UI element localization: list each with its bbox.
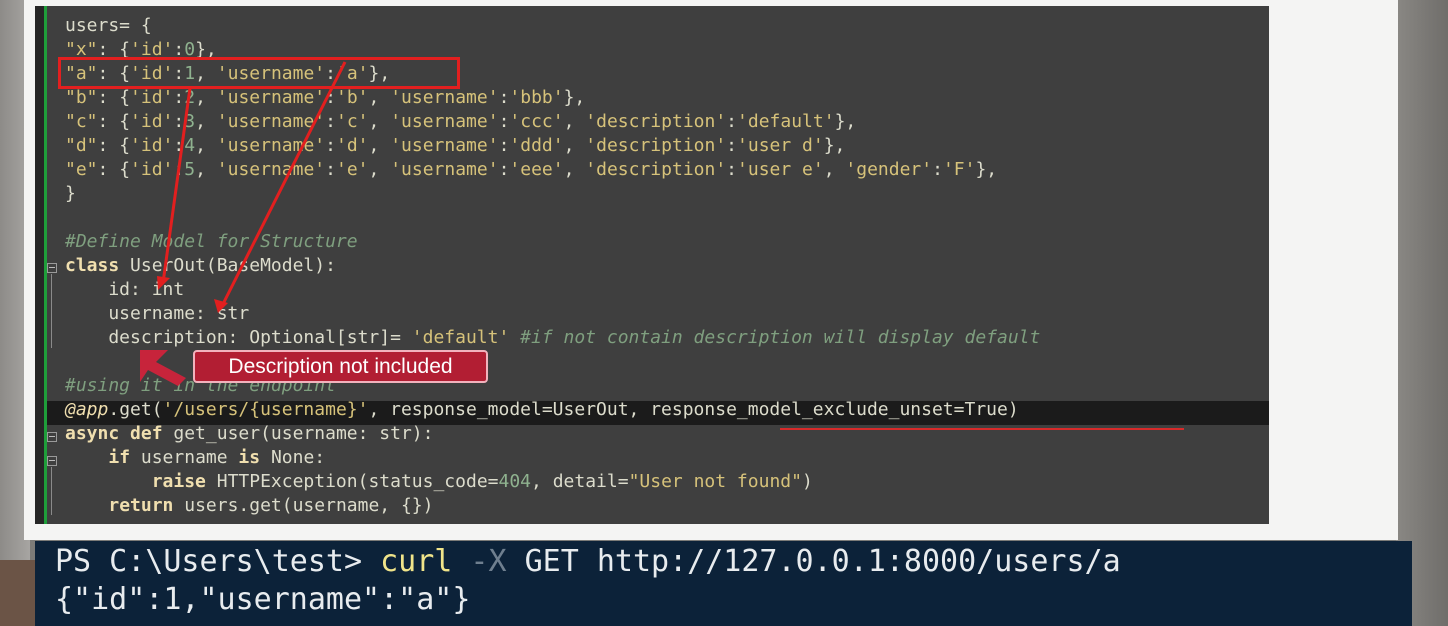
annotation-arrows — [140, 61, 648, 616]
arrow-head-icon — [157, 276, 170, 290]
terminal-command-line: PS C:\Users\test> curl -X GET http://127… — [55, 544, 1121, 579]
arrow-username-line — [220, 61, 347, 307]
annotation-callout: Description not included — [193, 350, 488, 383]
terminal-window[interactable]: PS C:\Users\test> curl -X GET http://127… — [35, 541, 1412, 626]
terminal-output-line: {"id":1,"username":"a"} — [55, 582, 471, 617]
pointer-arrow-icon — [140, 350, 186, 386]
arrow-id-line — [161, 87, 192, 284]
